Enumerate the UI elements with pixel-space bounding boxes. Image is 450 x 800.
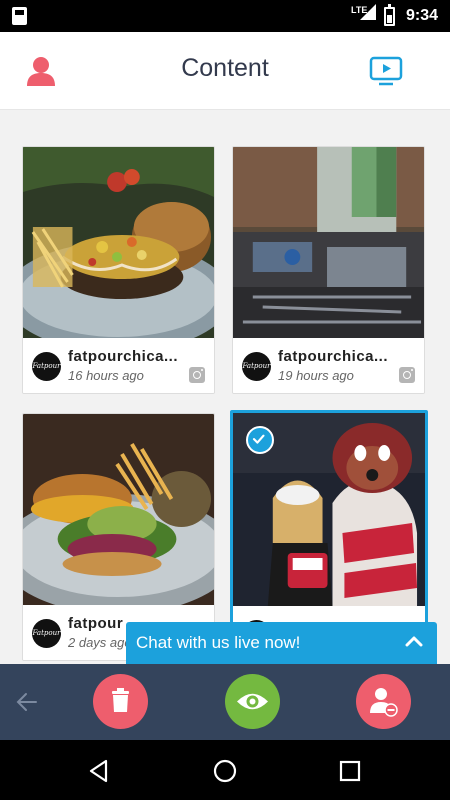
status-bar: LTE 9:34 xyxy=(0,0,450,32)
instagram-icon xyxy=(399,367,415,383)
content-card[interactable]: Fatpour fatpourchica... 19 hours ago xyxy=(232,146,425,394)
signal-icon xyxy=(360,4,376,20)
username[interactable]: fatpourchica... xyxy=(278,348,388,365)
timestamp: 2 days ago xyxy=(68,635,132,650)
chevron-up-icon[interactable] xyxy=(405,635,423,647)
timestamp: 16 hours ago xyxy=(68,368,144,383)
chat-banner-label[interactable]: Chat with us live now! xyxy=(136,633,300,653)
post-photo[interactable] xyxy=(23,414,214,605)
nav-home-icon[interactable] xyxy=(212,758,238,784)
clock: 9:34 xyxy=(405,7,438,24)
view-button[interactable] xyxy=(225,674,280,729)
app-header: Content xyxy=(0,32,450,110)
block-user-icon xyxy=(370,688,398,717)
post-photo[interactable] xyxy=(23,147,214,338)
arrow-left-icon[interactable] xyxy=(14,689,40,715)
block-user-button[interactable] xyxy=(356,674,411,729)
nav-recents-icon[interactable] xyxy=(337,758,363,784)
avatar[interactable]: Fatpour xyxy=(32,352,61,381)
avatar[interactable]: Fatpour xyxy=(32,619,61,648)
eye-icon xyxy=(237,693,268,710)
instagram-icon xyxy=(189,367,205,383)
username[interactable]: fatpourchica... xyxy=(68,348,178,365)
trash-icon xyxy=(112,688,129,712)
sd-card-icon xyxy=(12,7,27,25)
timestamp: 19 hours ago xyxy=(278,368,354,383)
nav-back-icon[interactable] xyxy=(86,758,112,784)
card-meta: Fatpour fatpourchica... 19 hours ago xyxy=(233,338,424,393)
battery-icon xyxy=(384,4,395,26)
delete-button[interactable] xyxy=(93,674,148,729)
selected-check-icon[interactable] xyxy=(246,426,274,454)
content-grid: Fatpour fatpourchica... 16 hours ago Fat… xyxy=(0,110,450,665)
card-meta: Fatpour fatpourchica... 16 hours ago xyxy=(23,338,214,393)
post-photo[interactable] xyxy=(233,147,424,338)
action-bar xyxy=(0,664,450,740)
avatar[interactable]: Fatpour xyxy=(242,352,271,381)
tv-play-icon[interactable] xyxy=(368,54,404,88)
content-card[interactable]: Fatpour fatpourchica... 16 hours ago xyxy=(22,146,215,394)
live-chat-banner[interactable]: Chat with us live now! xyxy=(126,622,437,664)
username[interactable]: fatpour xyxy=(68,615,123,632)
system-nav-bar xyxy=(0,740,450,800)
